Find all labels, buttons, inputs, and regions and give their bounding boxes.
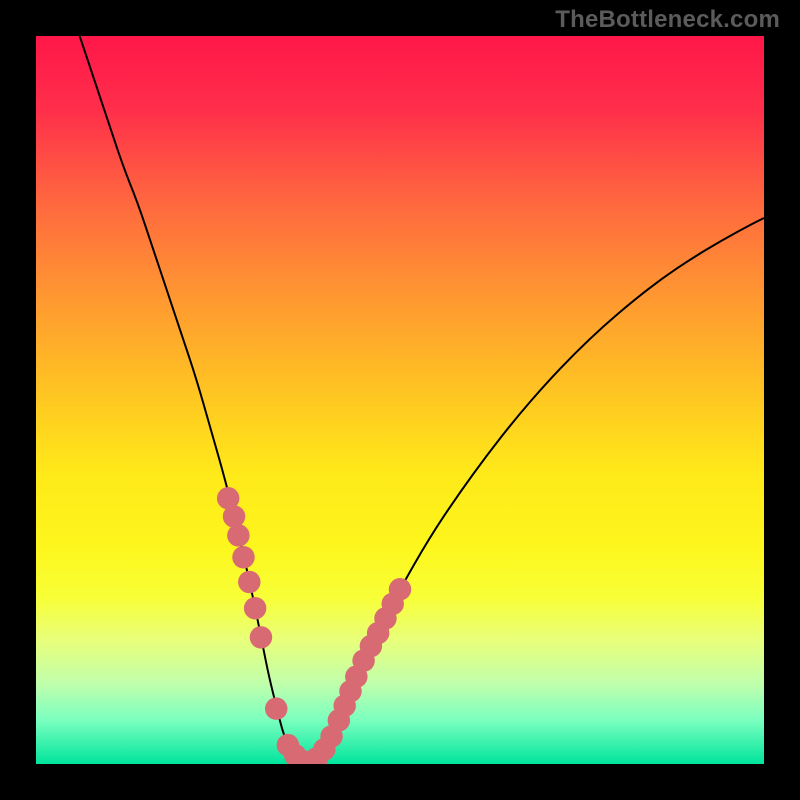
bottleneck-curve xyxy=(80,36,764,762)
watermark-label: TheBottleneck.com xyxy=(555,6,780,34)
marker-layer xyxy=(217,487,411,764)
marker-dot xyxy=(223,505,245,527)
marker-dot xyxy=(244,597,266,619)
marker-dot xyxy=(232,546,254,568)
marker-dot xyxy=(389,578,411,600)
plot-area xyxy=(36,36,764,764)
marker-dot xyxy=(265,697,287,719)
chart-root: TheBottleneck.com xyxy=(0,0,800,800)
marker-dot xyxy=(238,571,260,593)
marker-dot xyxy=(250,626,272,648)
chart-svg xyxy=(36,36,764,764)
marker-dot xyxy=(227,524,249,546)
